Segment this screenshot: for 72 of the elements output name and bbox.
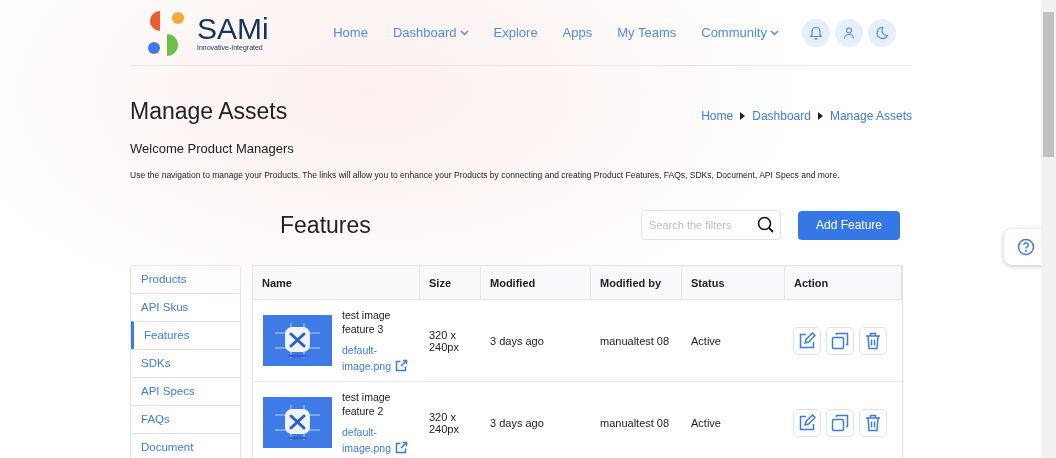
feature-name: test image feature 2 (342, 389, 392, 418)
column-header: Modified (481, 266, 591, 299)
nav-link[interactable]: Community (701, 25, 779, 40)
bell-icon (809, 25, 823, 40)
search-field[interactable]: Search the filters (641, 210, 781, 240)
copy-icon (831, 331, 849, 350)
help-icon (1016, 238, 1035, 256)
table-cell-text: Active (690, 333, 722, 349)
breadcrumb-separator-icon (740, 112, 746, 120)
help-button[interactable] (1004, 229, 1044, 265)
external-link-icon[interactable] (395, 440, 409, 454)
sidebar-item[interactable]: API Skus (131, 293, 240, 321)
table-cell-text: manualtest 08 (599, 415, 671, 431)
nav-link[interactable]: Apps (562, 25, 593, 40)
trash-icon (865, 331, 881, 350)
sidebar-item[interactable]: API Specs (131, 377, 240, 405)
sidebar-item[interactable]: Features (131, 321, 240, 349)
breadcrumb-link[interactable]: Home (701, 109, 734, 123)
table-cell-text: 320 x 240px (428, 327, 460, 355)
page-title: Manage Assets (130, 98, 288, 125)
feature-name: test image feature 3 (342, 307, 392, 336)
edit-button[interactable] (793, 326, 821, 355)
thumbnail-drawing (263, 397, 332, 448)
copy-button[interactable] (826, 326, 854, 355)
copy-icon (831, 413, 849, 432)
sidebar-item[interactable]: Document (131, 433, 240, 458)
sidebar-item[interactable]: FAQs (131, 405, 240, 433)
user-icon (842, 25, 856, 40)
dark-mode-button[interactable] (868, 18, 896, 47)
thumbnail-drawing (263, 315, 332, 366)
search-icon (757, 216, 774, 233)
nav-link[interactable]: Dashboard (392, 25, 469, 40)
sidebar-item[interactable]: Products (131, 266, 240, 293)
edit-icon (798, 413, 816, 432)
file-link[interactable]: default-image.png (342, 423, 392, 456)
profile-button[interactable] (835, 18, 863, 47)
external-link-icon[interactable] (395, 358, 409, 372)
column-header: Action (785, 266, 902, 299)
column-header: Modified by (591, 266, 682, 299)
table-cell-text: 3 days ago (489, 333, 545, 349)
edit-icon (798, 331, 816, 350)
nav-link[interactable]: Home (333, 25, 368, 40)
welcome-heading: Welcome Product Managers (130, 141, 295, 156)
scrollbar[interactable] (1041, 0, 1056, 458)
breadcrumb-link[interactable]: Manage Assets (829, 109, 912, 123)
column-header: Status (682, 266, 785, 299)
nav-link[interactable]: My Teams (617, 25, 677, 40)
table-cell-text: 3 days ago (489, 415, 545, 431)
notifications-button[interactable] (802, 18, 830, 47)
table-cell-text: Active (690, 415, 722, 431)
brand-name: SAMi (197, 14, 269, 44)
moon-icon (875, 25, 889, 40)
add-feature-button[interactable]: Add Feature (798, 210, 900, 240)
caret-icon (459, 29, 469, 36)
table-cell-text: manualtest 08 (599, 333, 671, 349)
delete-button[interactable] (859, 326, 887, 355)
table-cell-text: 320 x 240px (428, 409, 460, 437)
section-title: Features (280, 211, 372, 239)
column-header: Size (420, 266, 481, 299)
delete-button[interactable] (859, 408, 887, 437)
breadcrumb-separator-icon (817, 112, 823, 120)
edit-button[interactable] (793, 408, 821, 437)
column-header: Name (253, 266, 420, 299)
nav-link[interactable]: Explore (493, 25, 538, 40)
copy-button[interactable] (826, 408, 854, 437)
breadcrumb-link[interactable]: Dashboard (752, 109, 811, 123)
sidebar-item[interactable]: SDKs (131, 349, 240, 377)
file-link[interactable]: default-image.png (342, 341, 392, 374)
logo-icon (147, 9, 187, 56)
trash-icon (865, 413, 881, 432)
caret-icon (770, 29, 779, 36)
description-text: Use the navigation to manage your Products. The links will allow you to enhance your Products by connecting and creating Product Features, FAQs, SDKs, Document, API Specs and more. (130, 170, 841, 180)
